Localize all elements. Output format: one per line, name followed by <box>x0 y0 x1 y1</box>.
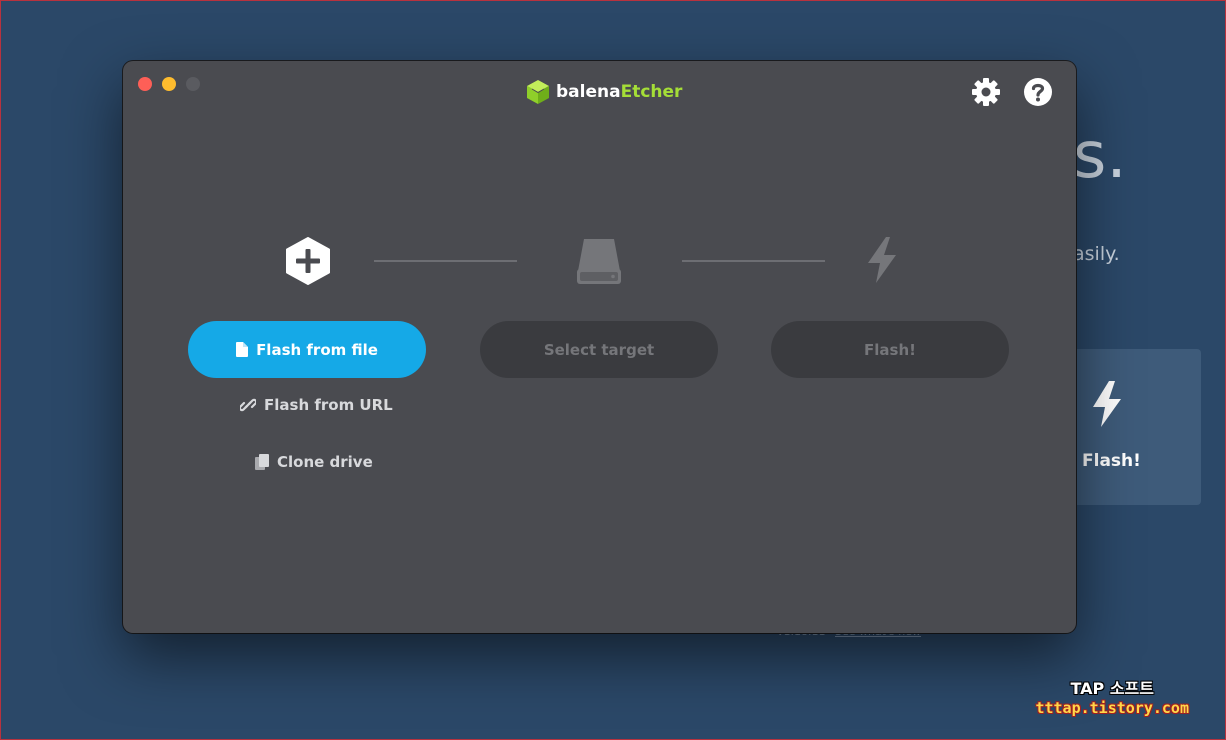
background-flash-card: Flash! <box>1073 349 1201 505</box>
bolt-icon <box>1093 381 1121 427</box>
plus-hexagon-icon <box>286 237 330 285</box>
minimize-window-button[interactable] <box>162 77 176 91</box>
balena-cube-icon <box>527 80 549 104</box>
watermark-title: TAP 소프트 <box>1070 679 1154 698</box>
maximize-window-button[interactable] <box>186 77 200 91</box>
step-connector <box>374 260 517 262</box>
etcher-window: balenaEtcher Flash from file Select targ… <box>123 61 1076 633</box>
app-logo: balenaEtcher <box>526 79 682 105</box>
gear-icon[interactable] <box>971 77 1001 107</box>
clone-drive-label: Clone drive <box>277 453 373 471</box>
background-headline: s. <box>1073 119 1127 193</box>
select-target-label: Select target <box>543 340 655 359</box>
watermark-url: tttap.tistory.com <box>1035 699 1189 717</box>
clone-drive-link[interactable]: Clone drive <box>255 453 373 471</box>
background-subtext: asily. <box>1073 243 1120 265</box>
brand-name-balena: balena <box>556 82 621 102</box>
flash-from-file-label: Flash from file <box>256 340 378 359</box>
watermark: TAP 소프트 tttap.tistory.com <box>1035 675 1189 717</box>
flash-from-url-link[interactable]: Flash from URL <box>240 396 393 414</box>
file-icon <box>236 342 249 357</box>
flash-button[interactable]: Flash! <box>771 321 1009 378</box>
brand-name-etcher: Etcher <box>620 82 683 102</box>
copy-icon <box>255 454 269 470</box>
select-target-button[interactable]: Select target <box>480 321 718 378</box>
link-icon <box>240 398 256 412</box>
step-connector <box>682 260 825 262</box>
flash-from-file-button[interactable]: Flash from file <box>188 321 426 378</box>
flash-from-url-label: Flash from URL <box>264 396 393 414</box>
close-window-button[interactable] <box>138 77 152 91</box>
bolt-icon <box>868 237 896 283</box>
drive-icon <box>577 239 621 284</box>
background-flash-label: Flash! <box>1082 451 1141 471</box>
flash-label: Flash! <box>864 340 916 359</box>
window-controls <box>138 77 200 91</box>
help-icon[interactable] <box>1023 77 1053 107</box>
